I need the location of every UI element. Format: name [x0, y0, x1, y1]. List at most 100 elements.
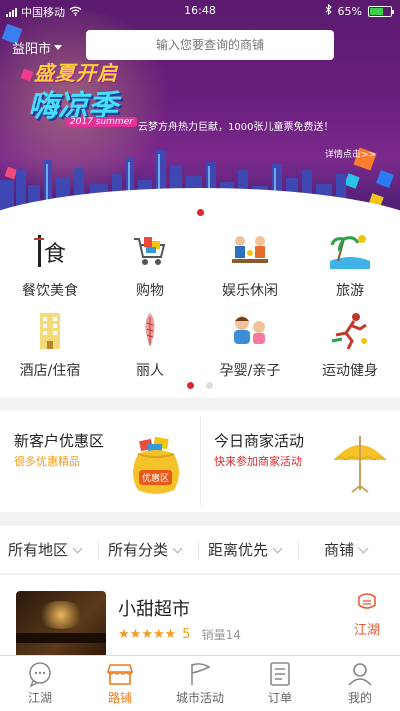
- category-shopping[interactable]: 购物: [100, 228, 200, 308]
- hotel-icon: [27, 308, 73, 354]
- filter-label: 所有地区: [8, 541, 69, 559]
- filter-type[interactable]: 商铺: [324, 526, 369, 574]
- entertainment-icon: [227, 228, 273, 274]
- card-title: 今日商家活动: [214, 432, 305, 450]
- banner-page-indicator: [197, 209, 204, 216]
- status-bar: 中国移动 16:48 65%: [0, 0, 400, 22]
- new-customer-card[interactable]: 新客户优惠区 很多优惠精品 优惠区: [0, 410, 200, 512]
- star-rating: ★★★★★: [118, 627, 176, 642]
- food-icon: 食: [27, 228, 73, 274]
- store-sales: 销量14: [201, 628, 241, 642]
- card-subtitle: 很多优惠精品: [14, 455, 80, 468]
- city-selector[interactable]: 益阳市: [12, 38, 63, 57]
- category-grid: 食 餐饮美食 购物 娱乐休闲 旅游 酒店/住宿 丽人 孕婴/亲子 运动健身: [0, 222, 400, 398]
- app-screen: 盛夏开启 嗨凉季 2017 summer 云梦方舟热力巨献，1000张儿童票免费…: [0, 0, 400, 711]
- chevron-down-icon: [358, 543, 369, 553]
- travel-icon: [327, 228, 373, 274]
- category-entertainment[interactable]: 娱乐休闲: [200, 228, 300, 308]
- category-travel[interactable]: 旅游: [300, 228, 400, 308]
- store-thumbnail: [16, 591, 106, 661]
- parasol-icon: [330, 430, 390, 496]
- category-label: 旅游: [336, 283, 364, 299]
- tab-city-events[interactable]: 城市活动: [160, 656, 240, 711]
- store-rating: 5: [182, 627, 191, 642]
- tab-label: 路铺: [107, 691, 132, 705]
- merchant-activity-card[interactable]: 今日商家活动 快来参加商家活动: [200, 410, 400, 512]
- shop-icon: [106, 661, 134, 687]
- filter-region[interactable]: 所有地区: [8, 526, 83, 574]
- filter-label: 商铺: [324, 541, 355, 559]
- category-label: 运动健身: [322, 363, 378, 379]
- category-pager: [0, 382, 400, 389]
- category-beauty[interactable]: 丽人: [100, 308, 200, 388]
- tab-label: 我的: [347, 691, 372, 705]
- card-subtitle: 快来参加商家活动: [214, 455, 302, 468]
- star-icon: ★: [129, 627, 142, 642]
- category-label: 酒店/住宿: [19, 363, 81, 379]
- chevron-down-icon: [72, 543, 83, 553]
- logo-line3: 2017 summer: [66, 117, 137, 127]
- tab-label: 江湖: [27, 691, 52, 705]
- category-label: 餐饮美食: [22, 283, 78, 299]
- filter-separator: [98, 541, 99, 559]
- category-food[interactable]: 食 餐饮美食: [0, 228, 100, 308]
- filter-separator: [198, 541, 199, 559]
- star-icon: ★: [164, 627, 177, 642]
- filter-label: 所有分类: [108, 541, 169, 559]
- tab-shops[interactable]: 路铺: [80, 656, 160, 711]
- card-title: 新客户优惠区: [14, 432, 105, 450]
- chevron-down-icon: [272, 543, 283, 553]
- filter-bar: 所有地区 所有分类 距离优先 商铺: [0, 526, 400, 574]
- pager-dot-active: [187, 382, 194, 389]
- chat-bubble-icon: [27, 661, 53, 688]
- jianghu-icon: [358, 593, 376, 609]
- event-logo: 盛夏开启 嗨凉季 2017 summer: [22, 55, 152, 133]
- store-list-item[interactable]: 小甜超市 ★★★★★ 5 销量14 江湖: [0, 575, 400, 661]
- bluetooth-icon: [325, 3, 332, 18]
- store-rating-row: ★★★★★ 5 销量14: [118, 626, 241, 643]
- battery-text: 65%: [337, 4, 362, 18]
- tab-label: 城市活动: [175, 691, 224, 705]
- bottom-tab-bar: 江湖 路铺 城市活动 订单 我的: [0, 655, 400, 711]
- city-label: 益阳市: [12, 42, 52, 57]
- filter-category[interactable]: 所有分类: [108, 526, 183, 574]
- star-icon: ★: [152, 627, 165, 642]
- tab-profile[interactable]: 我的: [320, 656, 400, 711]
- battery-icon: [368, 5, 394, 17]
- category-label: 丽人: [136, 363, 164, 379]
- chevron-down-icon: [172, 543, 183, 553]
- filter-sort[interactable]: 距离优先: [208, 526, 283, 574]
- pager-dot: [206, 382, 213, 389]
- order-list-icon: [267, 661, 293, 687]
- tab-orders[interactable]: 订单: [240, 656, 320, 711]
- promo-cards: 新客户优惠区 很多优惠精品 优惠区 今日商家活动 快来参加商家活动: [0, 410, 400, 512]
- category-label: 孕婴/亲子: [219, 363, 281, 379]
- shopping-cart-icon: [127, 228, 173, 274]
- status-right: 65%: [325, 3, 394, 18]
- flag-icon: [187, 661, 213, 687]
- star-icon: ★: [118, 627, 130, 642]
- discount-bag-icon: 优惠区: [128, 436, 184, 498]
- beauty-icon: [127, 308, 173, 354]
- banner-promo-text: 云梦方舟热力巨献，1000张儿童票免费送！: [138, 122, 334, 133]
- category-hotel[interactable]: 酒店/住宿: [0, 308, 100, 388]
- category-baby[interactable]: 孕婴/亲子: [200, 308, 300, 388]
- sports-icon: [327, 308, 373, 354]
- baby-icon: [227, 308, 273, 354]
- category-label: 购物: [136, 283, 164, 299]
- star-icon: ★: [141, 627, 153, 642]
- filter-separator: [298, 541, 299, 559]
- filter-label: 距离优先: [208, 541, 269, 559]
- store-name: 小甜超市: [118, 599, 190, 620]
- category-sports[interactable]: 运动健身: [300, 308, 400, 388]
- tab-label: 订单: [267, 691, 292, 705]
- tag-label: 江湖: [353, 623, 380, 638]
- tab-jianghu[interactable]: 江湖: [0, 656, 80, 711]
- user-icon: [347, 661, 373, 687]
- card-badge: 优惠区: [139, 470, 173, 485]
- search-input[interactable]: [86, 30, 334, 60]
- jianghu-tag[interactable]: 江湖: [350, 591, 384, 638]
- category-label: 娱乐休闲: [222, 283, 278, 299]
- chevron-down-icon: [54, 45, 63, 50]
- svg-text:食: 食: [44, 242, 66, 267]
